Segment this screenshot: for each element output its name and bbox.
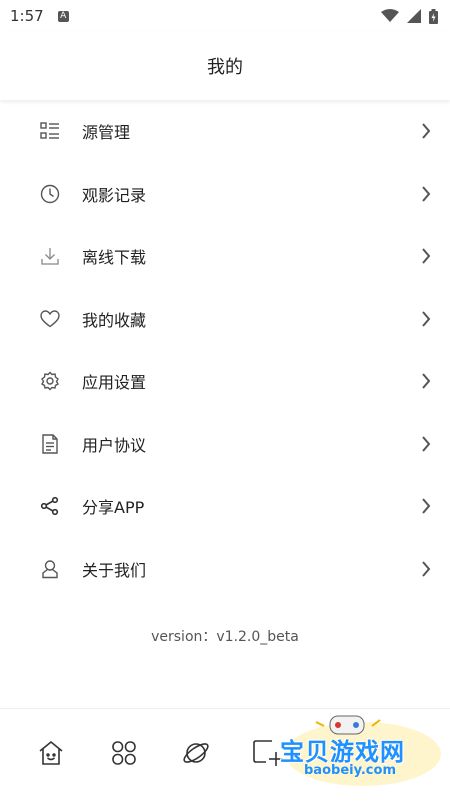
chevron-right-icon [416,184,436,204]
version-text: version：v1.2.0_beta [151,629,299,645]
page-header: 我的 [0,32,450,100]
menu-item-watch-history[interactable]: 观影记录 [0,163,450,226]
battery-icon [429,8,438,24]
menu-item-label: 离线下载 [82,248,147,268]
menu-item-about-us[interactable]: 关于我们 [0,538,450,601]
menu-item-label: 用户协议 [82,435,147,455]
status-left: 1:57 A [10,7,69,25]
chevron-right-icon [416,371,436,391]
menu-item-favorites[interactable]: 我的收藏 [0,288,450,351]
menu-item-source-management[interactable]: 源管理 [0,100,450,163]
menu-item-label: 观影记录 [82,185,147,205]
download-icon [38,244,62,268]
page-title: 我的 [207,57,243,78]
watermark-url: baobeiy.com [304,763,396,778]
watermark: 宝贝游戏网 baobeiy.com [268,712,443,792]
status-bar: 1:57 A [0,0,450,32]
chevron-right-icon [416,309,436,329]
menu-item-label: 关于我们 [82,560,147,580]
menu-item-share-app[interactable]: 分享APP [0,475,450,538]
status-time: 1:57 [10,7,44,25]
menu-item-label: 源管理 [82,123,131,143]
chevron-right-icon [416,496,436,516]
menu-item-user-agreement[interactable]: 用户协议 [0,413,450,476]
notification-badge: A [57,10,69,22]
heart-icon [38,307,62,331]
list-icon [38,119,62,143]
menu-item-label: 我的收藏 [82,310,147,330]
menu-item-offline-download[interactable]: 离线下载 [0,225,450,288]
menu-item-app-settings[interactable]: 应用设置 [0,350,450,413]
share-icon [38,494,62,518]
status-right [381,8,438,24]
document-icon [38,432,62,456]
signal-icon [407,9,421,23]
menu-item-label: 分享APP [82,498,145,518]
chevron-right-icon [416,246,436,266]
menu-list: 源管理 观影记录 离线下载 我的收藏 应用设置 用户协议 分享APP 关于我们 [0,100,450,600]
planet-icon [181,738,211,772]
watermark-title: 宝贝游戏网 [280,738,405,766]
gear-icon [38,369,62,393]
menu-item-label: 应用设置 [82,373,147,393]
chevron-right-icon [416,121,436,141]
chevron-right-icon [416,434,436,454]
tab-discover[interactable] [108,739,140,771]
user-icon [38,557,62,581]
home-icon [37,739,65,771]
clock-icon [38,182,62,206]
chevron-right-icon [416,559,436,579]
tab-explore[interactable] [180,739,212,771]
wifi-icon [381,9,399,22]
tab-home[interactable] [35,739,67,771]
grid-icon [110,739,138,771]
